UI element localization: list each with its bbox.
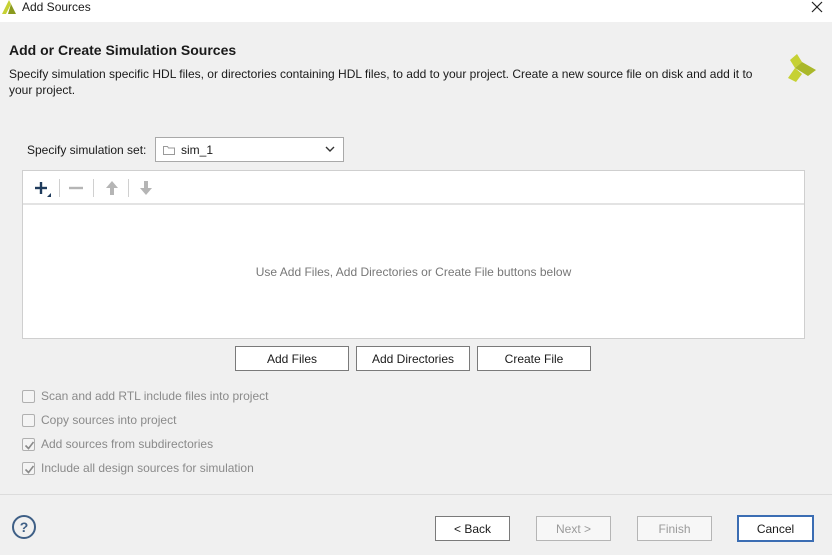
checkbox[interactable] (22, 461, 35, 475)
wizard-header: Add or Create Simulation Sources Specify… (0, 22, 832, 110)
close-icon[interactable] (810, 0, 824, 14)
vivado-app-icon (2, 0, 16, 14)
checkbox[interactable] (22, 413, 35, 427)
simulation-set-label: Specify simulation set: (27, 143, 147, 157)
option-label: Scan and add RTL include files into proj… (41, 389, 269, 403)
source-files-list[interactable]: Use Add Files, Add Directories or Create… (22, 170, 805, 339)
option-include-design-sources[interactable]: Include all design sources for simulatio… (22, 460, 254, 476)
next-button[interactable]: Next > (536, 516, 611, 541)
simulation-set-value: sim_1 (181, 142, 214, 157)
option-scan-rtl-include[interactable]: Scan and add RTL include files into proj… (22, 388, 268, 404)
toolbar-separator (128, 179, 129, 197)
back-button[interactable]: < Back (435, 516, 510, 541)
option-copy-sources[interactable]: Copy sources into project (22, 412, 176, 428)
create-file-button[interactable]: Create File (477, 346, 591, 371)
move-down-icon[interactable] (137, 179, 155, 197)
simulation-set-dropdown[interactable]: sim_1 (155, 137, 344, 162)
remove-icon[interactable] (67, 179, 85, 197)
checkmark-icon (24, 441, 35, 450)
checkmark-icon (24, 465, 35, 474)
add-directories-button[interactable]: Add Directories (356, 346, 470, 371)
xilinx-logo-icon (788, 54, 816, 82)
files-toolbar (23, 171, 804, 205)
footer-divider (0, 494, 832, 495)
help-button[interactable]: ? (12, 515, 36, 539)
add-files-button[interactable]: Add Files (235, 346, 349, 371)
finish-button[interactable]: Finish (637, 516, 712, 541)
toolbar-separator (59, 179, 60, 197)
page-description: Specify simulation specific HDL files, o… (9, 67, 753, 97)
page-title: Add or Create Simulation Sources (9, 42, 237, 58)
option-add-subdirectories[interactable]: Add sources from subdirectories (22, 436, 213, 452)
empty-list-message: Use Add Files, Add Directories or Create… (255, 265, 572, 279)
option-label: Copy sources into project (41, 413, 177, 427)
title-bar: Add Sources (0, 0, 832, 22)
option-label: Include all design sources for simulatio… (41, 461, 254, 475)
add-icon[interactable] (33, 179, 51, 197)
chevron-down-icon (325, 146, 335, 152)
cancel-button[interactable]: Cancel (737, 515, 814, 542)
window-title: Add Sources (22, 0, 91, 14)
option-label: Add sources from subdirectories (41, 437, 214, 451)
folder-icon (163, 145, 175, 155)
checkbox[interactable] (22, 389, 35, 403)
toolbar-separator (93, 179, 94, 197)
checkbox[interactable] (22, 437, 35, 451)
move-up-icon[interactable] (103, 179, 121, 197)
